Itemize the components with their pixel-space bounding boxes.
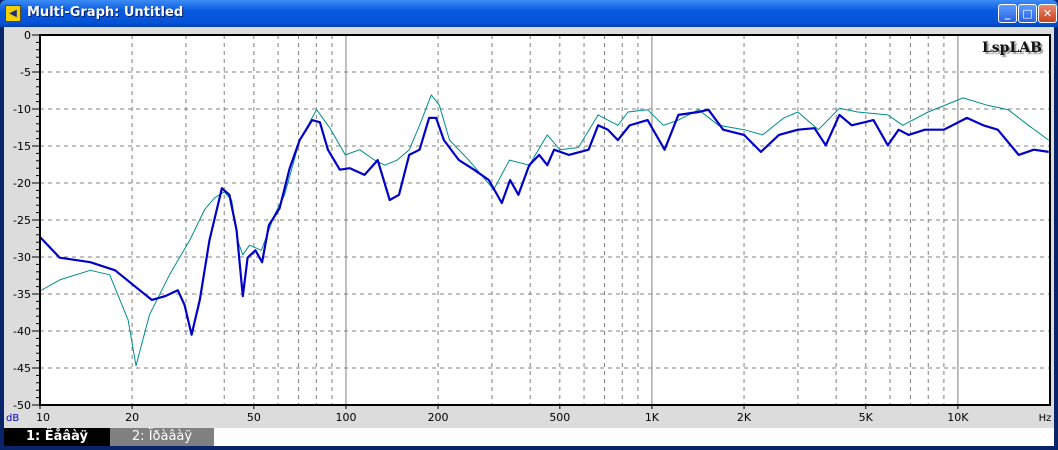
y-tick-label: -30 xyxy=(13,251,31,264)
y-tick-label: -50 xyxy=(13,399,31,412)
series-tabs: 1: Ëåâàÿ 2: Ïðàâàÿ xyxy=(4,428,1054,446)
x-tick-label: 100 xyxy=(335,411,356,424)
y-tick-label: -10 xyxy=(13,103,31,116)
y-tick-label: -15 xyxy=(13,140,31,153)
y-tick-label: -25 xyxy=(13,214,31,227)
x-tick-label: 2K xyxy=(737,411,752,424)
lsplab-logo: LspLAB xyxy=(981,40,1042,56)
tab-series-2[interactable]: 2: Ïðàâàÿ xyxy=(110,428,214,446)
y-tick-label: -40 xyxy=(13,325,31,338)
y-tick-label: -5 xyxy=(20,66,31,79)
x-tick-label: 10 xyxy=(36,411,50,424)
y-axis-label: dB xyxy=(6,413,19,424)
tab-series-1[interactable]: 1: Ëåâàÿ xyxy=(4,428,110,446)
y-tick-label: -20 xyxy=(13,177,31,190)
x-tick-label: 1K xyxy=(645,411,660,424)
y-tick-label: -35 xyxy=(13,288,31,301)
x-axis-label: Hz xyxy=(1039,413,1052,424)
y-tick-label: -45 xyxy=(13,362,31,375)
x-tick-label: 500 xyxy=(549,411,570,424)
x-tick-label: 5K xyxy=(859,411,874,424)
y-tick-label: 0 xyxy=(24,29,31,42)
x-tick-label: 10K xyxy=(947,411,969,424)
frequency-response-chart: 0 -5 -10 -15 -20 -25 -30 -35 -40 -45 -50 10 20 50 100 2… xyxy=(6,29,1052,424)
x-tick-label: 50 xyxy=(247,411,261,424)
x-tick-label: 20 xyxy=(125,411,139,424)
x-tick-label: 200 xyxy=(428,411,449,424)
